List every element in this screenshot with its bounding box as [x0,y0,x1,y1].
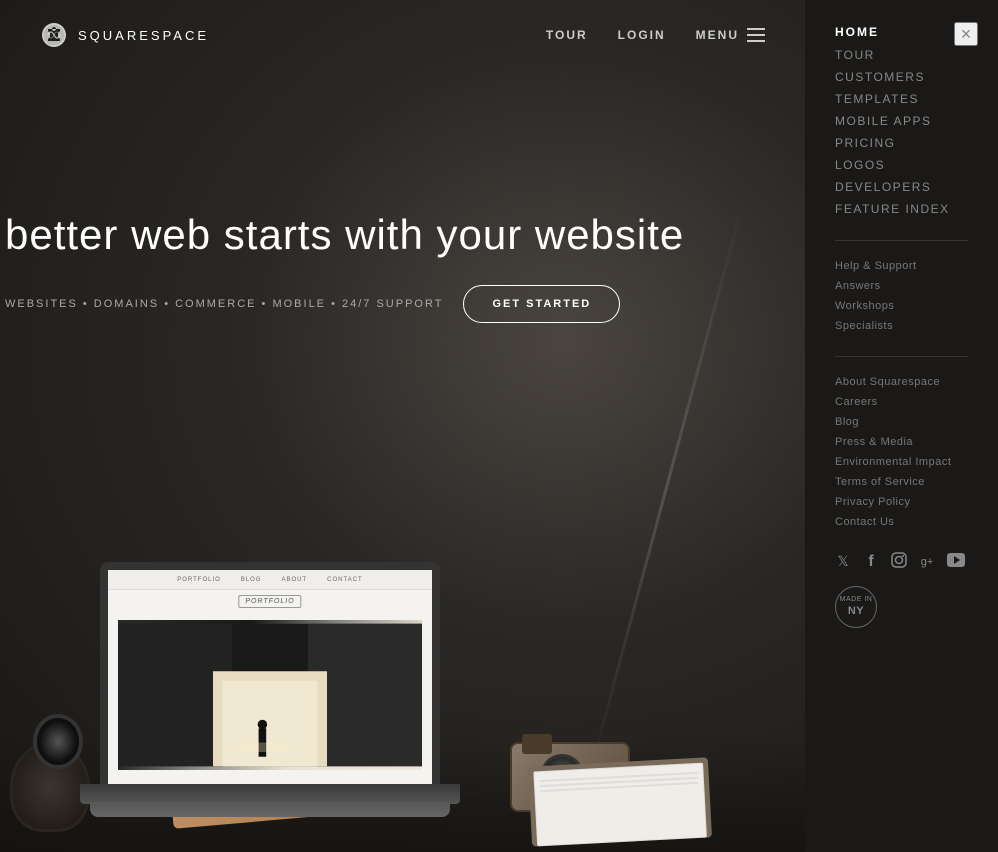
main-content: SQUARESPACE TOUR LOGIN MENU better web s… [0,0,805,852]
sidebar-item-workshops[interactable]: Workshops [835,296,968,316]
sidebar-item-templates[interactable]: TEMPLATES [835,88,968,110]
sidebar-item-mobile-apps[interactable]: MOBILE APPS [835,110,968,132]
sidebar-item-blog[interactable]: Blog [835,412,968,432]
header: SQUARESPACE TOUR LOGIN MENU [0,0,805,70]
logo[interactable]: SQUARESPACE [40,21,209,49]
sidebar-company: About Squarespace Careers Blog Press & M… [835,372,968,532]
sidebar-item-environmental[interactable]: Environmental Impact [835,452,968,472]
laptop-bottom [90,802,450,817]
divider-1 [835,240,968,241]
sidebar-item-press[interactable]: Press & Media [835,432,968,452]
hero-section: better web starts with your website WEBS… [0,210,805,323]
screen-nav-portfolio: PORTFOLIO [177,577,221,583]
screen-nav: PORTFOLIO BLOG ABOUT CONTACT [108,570,432,590]
youtube-icon[interactable] [947,553,963,570]
social-links: 𝕏 f g+ [835,552,968,571]
hamburger-icon [747,28,765,42]
sidebar-item-logos[interactable]: LOGOS [835,154,968,176]
twitter-icon[interactable]: 𝕏 [835,553,851,570]
sidebar-item-help[interactable]: Help & Support [835,256,968,276]
notebook [528,757,712,846]
sidebar-item-developers[interactable]: DEVELOPERS [835,176,968,198]
sidebar-item-terms[interactable]: Terms of Service [835,472,968,492]
screen-hero-image [118,620,422,770]
screen-content: PORTFOLIO BLOG ABOUT CONTACT PORTFOLIO [108,570,432,784]
menu-button[interactable]: MENU [696,28,765,42]
sidebar-item-answers[interactable]: Answers [835,276,968,296]
sidebar-item-pricing[interactable]: PRICING [835,132,968,154]
close-button[interactable]: × [954,22,978,46]
sidebar-item-about[interactable]: About Squarespace [835,372,968,392]
hero-title: better web starts with your website [0,210,700,260]
ny-badge-text: MADE IN NY [840,595,873,618]
hero-features: WEBSITES • DOMAINS • COMMERCE • MOBILE •… [5,298,443,310]
logo-text: SQUARESPACE [78,28,209,43]
sidebar-main-nav: HOME TOUR CUSTOMERS TEMPLATES MOBILE APP… [835,20,968,220]
sidebar-item-careers[interactable]: Careers [835,392,968,412]
menu-label: MENU [696,28,739,42]
sidebar-item-privacy[interactable]: Privacy Policy [835,492,968,512]
sidebar-item-feature-index[interactable]: FEATURE INDEX [835,198,968,220]
logo-icon [40,21,68,49]
sidebar-item-contact[interactable]: Contact Us [835,512,968,532]
facebook-icon[interactable]: f [863,553,879,571]
camera-lens [33,714,83,769]
sidebar-item-home[interactable]: HOME [835,20,968,44]
nav-login[interactable]: LOGIN [618,28,666,42]
laptop: PORTFOLIO BLOG ABOUT CONTACT PORTFOLIO [80,562,470,852]
laptop-base [80,784,460,804]
notebook-pages [533,763,707,847]
screen-nav-about: ABOUT [282,577,308,583]
screen-nav-contact: CONTACT [327,577,363,583]
sidebar-item-customers[interactable]: CUSTOMERS [835,66,968,88]
camera-left [10,742,90,832]
laptop-screen: PORTFOLIO BLOG ABOUT CONTACT PORTFOLIO [100,562,440,792]
sidebar-menu: × HOME TOUR CUSTOMERS TEMPLATES MOBILE A… [805,0,998,852]
googleplus-icon[interactable]: g+ [919,556,935,568]
divider-2 [835,356,968,357]
get-started-button[interactable]: GET STARTED [463,285,620,323]
screen-nav-blog: BLOG [241,577,262,583]
sidebar-item-tour[interactable]: TOUR [835,44,968,66]
hero-subtitle: WEBSITES • DOMAINS • COMMERCE • MOBILE •… [0,285,805,323]
main-nav: TOUR LOGIN MENU [546,28,765,42]
screen-logo: PORTFOLIO [238,595,301,608]
sidebar-support: Help & Support Answers Workshops Special… [835,256,968,336]
sidebar-item-specialists[interactable]: Specialists [835,316,968,336]
instagram-icon[interactable] [891,552,907,571]
nav-tour[interactable]: TOUR [546,28,588,42]
ny-badge: MADE IN NY [835,586,877,628]
